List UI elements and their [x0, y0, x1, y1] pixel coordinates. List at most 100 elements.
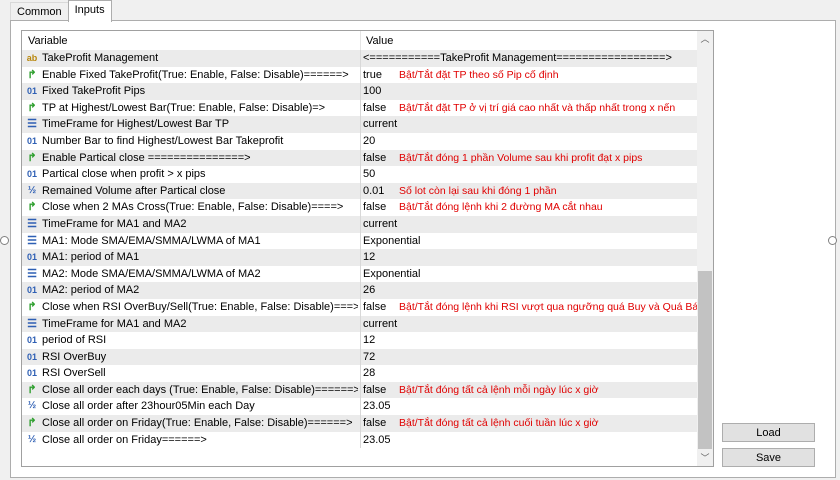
cell-divider: [360, 381, 361, 399]
tab-common[interactable]: Common: [10, 2, 69, 22]
variable-name: MA2: Mode SMA/EMA/SMMA/LWMA of MA2: [42, 267, 261, 280]
scroll-down-icon[interactable]: ﹀: [697, 450, 713, 466]
value-cell[interactable]: 23.05: [363, 398, 415, 415]
grid-rows: ab TakeProfit Management <===========TakeP…: [22, 50, 704, 449]
value-cell[interactable]: 28: [363, 365, 415, 382]
table-row[interactable]: ☰ TimeFrame for Highest/Lowest Bar TP curr…: [22, 116, 697, 133]
cell-divider: [360, 348, 361, 366]
variable-name: TP at Highest/Lowest Bar(True: Enable, F…: [42, 101, 326, 114]
table-row[interactable]: ab TakeProfit Management <===========TakeP…: [22, 50, 697, 67]
double-type-icon: ½: [27, 184, 37, 196]
cell-divider: [360, 66, 361, 84]
variable-name: TimeFrame for Highest/Lowest Bar TP: [42, 118, 230, 131]
resize-handle-right[interactable]: [828, 236, 837, 245]
table-row[interactable]: ↱ Close when 2 MAs Cross(True: Enable, Fa…: [22, 199, 697, 216]
table-row[interactable]: ½ Close all order on Friday======> 23.05: [22, 431, 697, 449]
table-row[interactable]: ½ Close all order after 23hour05Min each …: [22, 398, 697, 416]
tab-bar: Common Inputs: [10, 0, 112, 22]
variable-name: MA1: Mode SMA/EMA/SMMA/LWMA of MA1: [42, 234, 261, 247]
variable-cell: ↱ Enable Fixed TakeProfit(True: Enable, F…: [25, 67, 358, 84]
cell-divider: [360, 232, 361, 250]
cell-divider: [360, 332, 361, 349]
value-cell[interactable]: Exponential: [363, 233, 421, 250]
variable-name: MA2: period of MA2: [42, 284, 140, 297]
enum-type-icon: ☰: [27, 234, 37, 247]
bool-type-icon: ↱: [27, 417, 37, 430]
load-button[interactable]: Load: [722, 423, 815, 442]
variable-name: RSI OverSell: [42, 367, 106, 380]
table-row[interactable]: ↱ Close all order each days (True: Enable…: [22, 381, 697, 399]
table-row[interactable]: ↱ TP at Highest/Lowest Bar(True: Enable, …: [22, 99, 697, 117]
table-row[interactable]: ↱ Enable Partical close ===============> f…: [22, 149, 697, 167]
variable-cell: ☰ TimeFrame for MA1 and MA2: [25, 216, 358, 233]
comment-note: Bật/Tắt đóng lệnh khi RSI vượt qua ngưỡn…: [399, 300, 705, 313]
table-row[interactable]: 01 MA1: period of MA1 12: [22, 249, 697, 266]
comment-note: Bật/Tắt đóng lệnh khi 2 đường MA cắt nha…: [399, 201, 603, 214]
cell-divider: [360, 132, 361, 150]
double-type-icon: ½: [27, 400, 37, 412]
table-row[interactable]: ↱ Close all order on Friday(True: Enable,…: [22, 415, 697, 432]
save-button[interactable]: Save: [722, 448, 815, 467]
table-row[interactable]: ½ Remained Volume after Partical close 0.0…: [22, 182, 697, 200]
variable-name: Enable Partical close ===============>: [42, 151, 251, 164]
variable-cell: ☰ MA1: Mode SMA/EMA/SMMA/LWMA of MA1: [25, 233, 358, 250]
table-row[interactable]: 01 RSI OverSell 28: [22, 365, 697, 382]
value-cell[interactable]: current: [363, 316, 415, 333]
value-cell[interactable]: 50: [363, 166, 415, 183]
cell-divider: [360, 149, 361, 167]
variable-cell: ½ Remained Volume after Partical close: [25, 183, 358, 200]
vertical-scrollbar[interactable]: ︿ ﹀: [697, 31, 713, 466]
value-cell[interactable]: 72: [363, 349, 415, 366]
integer-type-icon: 01: [26, 86, 37, 97]
integer-type-icon: 01: [26, 135, 37, 146]
resize-handle-left[interactable]: [0, 236, 9, 245]
table-row[interactable]: ↱ Close when RSI OverBuy/Sell(True: Enabl…: [22, 298, 704, 316]
cell-divider: [360, 166, 361, 183]
variable-cell: ☰ TimeFrame for MA1 and MA2: [25, 316, 358, 333]
integer-type-icon: 01: [26, 169, 37, 180]
scroll-thumb[interactable]: [698, 271, 712, 449]
value-cell[interactable]: <===========TakeProfit Management=======…: [363, 50, 672, 67]
table-row[interactable]: ☰ TimeFrame for MA1 and MA2 current: [22, 315, 697, 333]
table-row[interactable]: 01 Number Bar to find Highest/Lowest Bar …: [22, 132, 697, 150]
value-cell[interactable]: 12: [363, 332, 415, 349]
variable-name: Fixed TakeProfit Pips: [42, 85, 146, 98]
table-row[interactable]: 01 RSI OverBuy 72: [22, 348, 697, 366]
table-row[interactable]: 01 Partical close when profit > x pips 50: [22, 166, 697, 183]
table-row[interactable]: 01 Fixed TakeProfit Pips 100: [22, 83, 697, 100]
value-cell[interactable]: Exponential: [363, 266, 421, 283]
bool-type-icon: ↱: [27, 101, 37, 114]
table-row[interactable]: ☰ MA2: Mode SMA/EMA/SMMA/LWMA of MA2 Expon…: [22, 265, 697, 283]
table-row[interactable]: ☰ TimeFrame for MA1 and MA2 current: [22, 215, 697, 233]
cell-divider: [360, 99, 361, 117]
scroll-up-icon[interactable]: ︿: [697, 31, 713, 47]
tab-inputs[interactable]: Inputs: [67, 0, 112, 22]
value-cell[interactable]: 26: [363, 282, 415, 299]
variable-name: TimeFrame for MA1 and MA2: [42, 217, 187, 230]
variable-cell: ½ Close all order on Friday======>: [25, 432, 358, 449]
value-cell[interactable]: current: [363, 216, 415, 233]
cell-divider: [360, 298, 361, 316]
variable-cell: 01 MA2: period of MA2: [25, 282, 358, 299]
comment-note: Bật/Tắt đóng 1 phần Volume sau khi profi…: [399, 151, 643, 164]
value-cell[interactable]: 20: [363, 133, 415, 150]
column-header-variable[interactable]: Variable: [28, 35, 68, 47]
value-cell[interactable]: 12: [363, 249, 415, 266]
table-row[interactable]: 01 period of RSI 12: [22, 332, 697, 349]
variable-name: Close when RSI OverBuy/Sell(True: Enable…: [42, 300, 358, 313]
cell-divider: [360, 199, 361, 216]
value-cell[interactable]: current: [363, 116, 415, 133]
column-header-value[interactable]: Value: [366, 35, 393, 47]
value-cell[interactable]: 23.05: [363, 432, 415, 449]
value-cell[interactable]: 100: [363, 83, 415, 100]
table-row[interactable]: ☰ MA1: Mode SMA/EMA/SMMA/LWMA of MA1 Expon…: [22, 232, 697, 250]
variable-name: Partical close when profit > x pips: [42, 168, 206, 181]
variable-cell: 01 RSI OverSell: [25, 365, 358, 382]
table-row[interactable]: ↱ Enable Fixed TakeProfit(True: Enable, F…: [22, 66, 697, 84]
table-row[interactable]: 01 MA2: period of MA2 26: [22, 282, 697, 299]
variable-name: RSI OverBuy: [42, 350, 107, 363]
cell-divider: [360, 415, 361, 432]
variable-cell: ☰ TimeFrame for Highest/Lowest Bar TP: [25, 116, 358, 133]
column-divider[interactable]: [360, 31, 361, 50]
cell-divider: [360, 282, 361, 299]
